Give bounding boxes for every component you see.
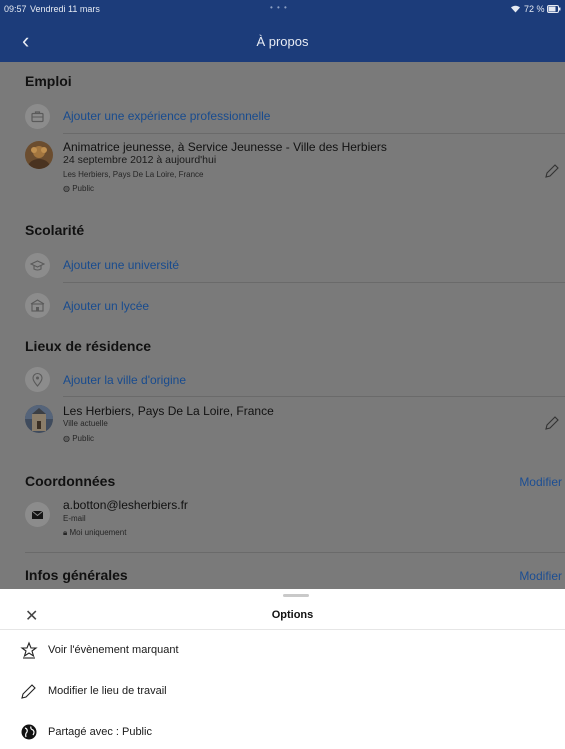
briefcase-icon (25, 104, 50, 129)
option-edit-workplace[interactable]: Modifier le lieu de travail (20, 682, 540, 706)
pencil-icon (21, 684, 36, 699)
section-title-infos: Infos générales (25, 567, 128, 583)
sheet-title: Options (271, 609, 314, 621)
status-time: 09:57 (4, 4, 27, 14)
add-university-link[interactable]: Ajouter une université (63, 258, 179, 272)
add-work-experience-link[interactable]: Ajouter une expérience professionnelle (63, 109, 270, 123)
add-lycee-link[interactable]: Ajouter un lycée (63, 299, 149, 313)
city-privacy-label: Public (72, 434, 95, 443)
location-pin-icon (25, 367, 50, 392)
job-location: Les Herbiers, Pays De La Loire, France (63, 170, 204, 179)
section-title-coordonnees: Coordonnées (25, 473, 116, 489)
option-shared-with-label: Partagé avec : Public (48, 726, 152, 738)
current-city-type: Ville actuelle (63, 419, 108, 428)
nav-bar: ‹ À propos (0, 22, 565, 62)
email-privacy-label: Moi uniquement (69, 528, 127, 537)
milestone-icon (20, 641, 38, 659)
job-privacy: ◍ Public (63, 184, 94, 193)
divider (63, 282, 565, 283)
divider (25, 552, 565, 553)
section-title-residence: Lieux de résidence (25, 338, 152, 354)
modify-infos-link[interactable]: Modifier (519, 569, 562, 583)
graduation-cap-icon (25, 253, 50, 278)
status-date: Vendredi 11 mars (30, 4, 100, 14)
add-hometown-link[interactable]: Ajouter la ville d'origine (63, 373, 186, 387)
edit-job-pencil-icon[interactable] (543, 162, 561, 185)
globe-small-icon: ◍ (63, 184, 70, 193)
divider (0, 629, 565, 630)
globe-small-icon: ◍ (63, 434, 70, 443)
section-title-emploi: Emploi (25, 73, 72, 89)
modify-coordonnees-link[interactable]: Modifier (519, 475, 562, 489)
job-avatar (25, 141, 53, 169)
divider (63, 133, 565, 134)
options-sheet: ✕ Options Voir l'évènement marquant Modi… (0, 589, 565, 749)
envelope-icon (25, 502, 50, 527)
about-content: Emploi Ajouter une expérience profession… (0, 62, 565, 589)
option-edit-workplace-label: Modifier le lieu de travail (48, 685, 167, 697)
divider (63, 396, 565, 397)
edit-city-pencil-icon[interactable] (543, 414, 561, 437)
sheet-grabber[interactable] (283, 594, 309, 597)
battery-indicator: 72 % (510, 4, 561, 14)
city-privacy: ◍ Public (63, 434, 94, 443)
multitask-dots[interactable]: • • • (270, 3, 288, 12)
status-bar: 09:57 Vendredi 11 mars • • • 72 % (0, 0, 565, 22)
option-milestone[interactable]: Voir l'évènement marquant (20, 641, 540, 665)
current-city[interactable]: Les Herbiers, Pays De La Loire, France (63, 404, 274, 418)
battery-percent: 72 % (523, 4, 545, 14)
lock-icon: 🔒︎ (63, 528, 68, 537)
school-building-icon (25, 293, 50, 318)
option-milestone-label: Voir l'évènement marquant (48, 644, 179, 656)
job-privacy-label: Public (72, 184, 95, 193)
option-shared-with[interactable]: Partagé avec : Public (20, 723, 540, 747)
battery-icon (547, 5, 561, 13)
job-dates: 24 septembre 2012 à aujourd'hui (63, 154, 217, 166)
section-title-scolarite: Scolarité (25, 222, 85, 238)
email-address[interactable]: a.botton@lesherbiers.fr (63, 498, 188, 512)
job-title[interactable]: Animatrice jeunesse, à Service Jeunesse … (63, 140, 387, 154)
page-title: À propos (256, 34, 309, 49)
city-avatar (25, 405, 53, 433)
email-privacy: 🔒︎ Moi uniquement (63, 528, 126, 538)
email-type: E-mail (63, 514, 86, 523)
globe-icon (21, 724, 37, 740)
wifi-icon (511, 5, 521, 13)
